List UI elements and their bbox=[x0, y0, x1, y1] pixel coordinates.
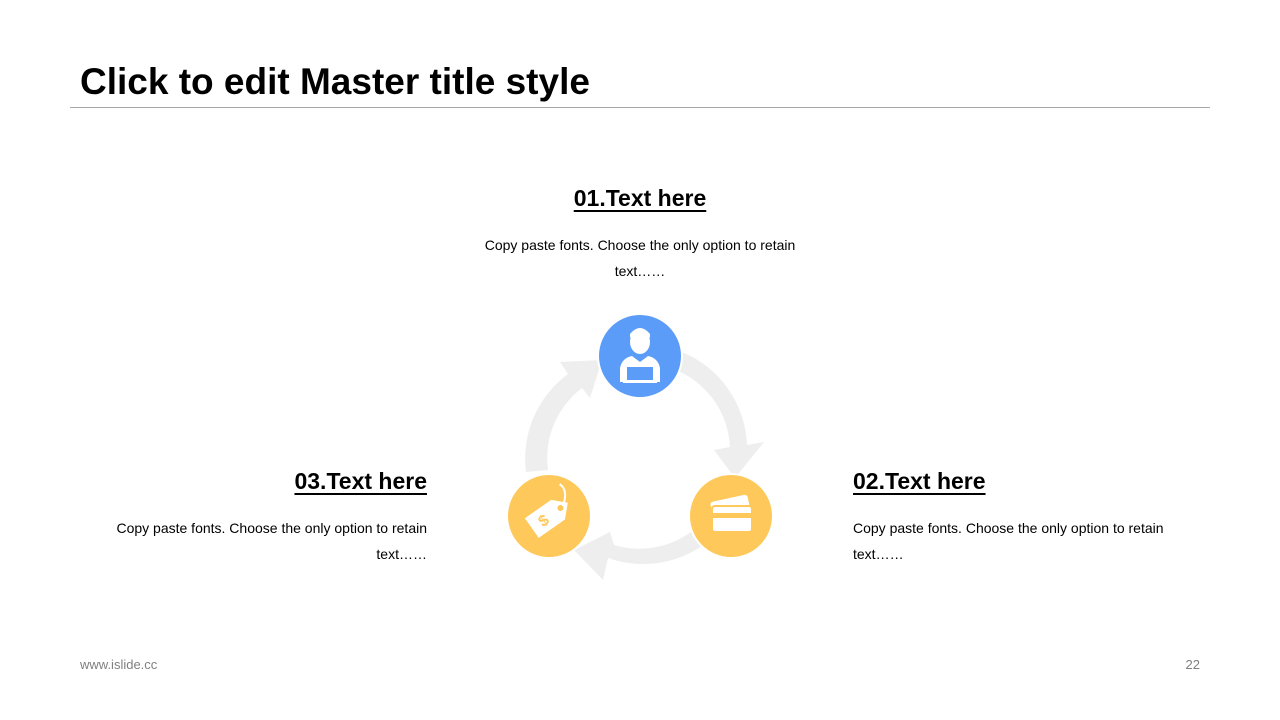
arrow-right-to-left bbox=[574, 528, 710, 580]
arrow-top-to-right bbox=[676, 352, 764, 478]
node-1 bbox=[597, 313, 683, 399]
page-number: 22 bbox=[1185, 657, 1200, 672]
item-2-body[interactable]: Copy paste fonts. Choose the only option… bbox=[853, 515, 1193, 567]
item-3-body[interactable]: Copy paste fonts. Choose the only option… bbox=[87, 515, 427, 567]
item-3-heading[interactable]: 03.Text here bbox=[87, 466, 427, 496]
footer-url: www.islide.cc bbox=[80, 657, 158, 672]
slide-title[interactable]: Click to edit Master title style bbox=[80, 58, 590, 106]
cycle-diagram: $ bbox=[506, 313, 774, 580]
arrow-left-to-top bbox=[525, 360, 602, 472]
item-2-heading[interactable]: 02.Text here bbox=[853, 466, 986, 496]
node-2 bbox=[688, 473, 774, 559]
node-1-circle bbox=[599, 315, 681, 397]
item-1-heading[interactable]: 01.Text here bbox=[440, 183, 840, 213]
item-1-body[interactable]: Copy paste fonts. Choose the only option… bbox=[470, 232, 810, 284]
title-divider bbox=[70, 107, 1210, 108]
node-3: $ bbox=[506, 473, 592, 559]
